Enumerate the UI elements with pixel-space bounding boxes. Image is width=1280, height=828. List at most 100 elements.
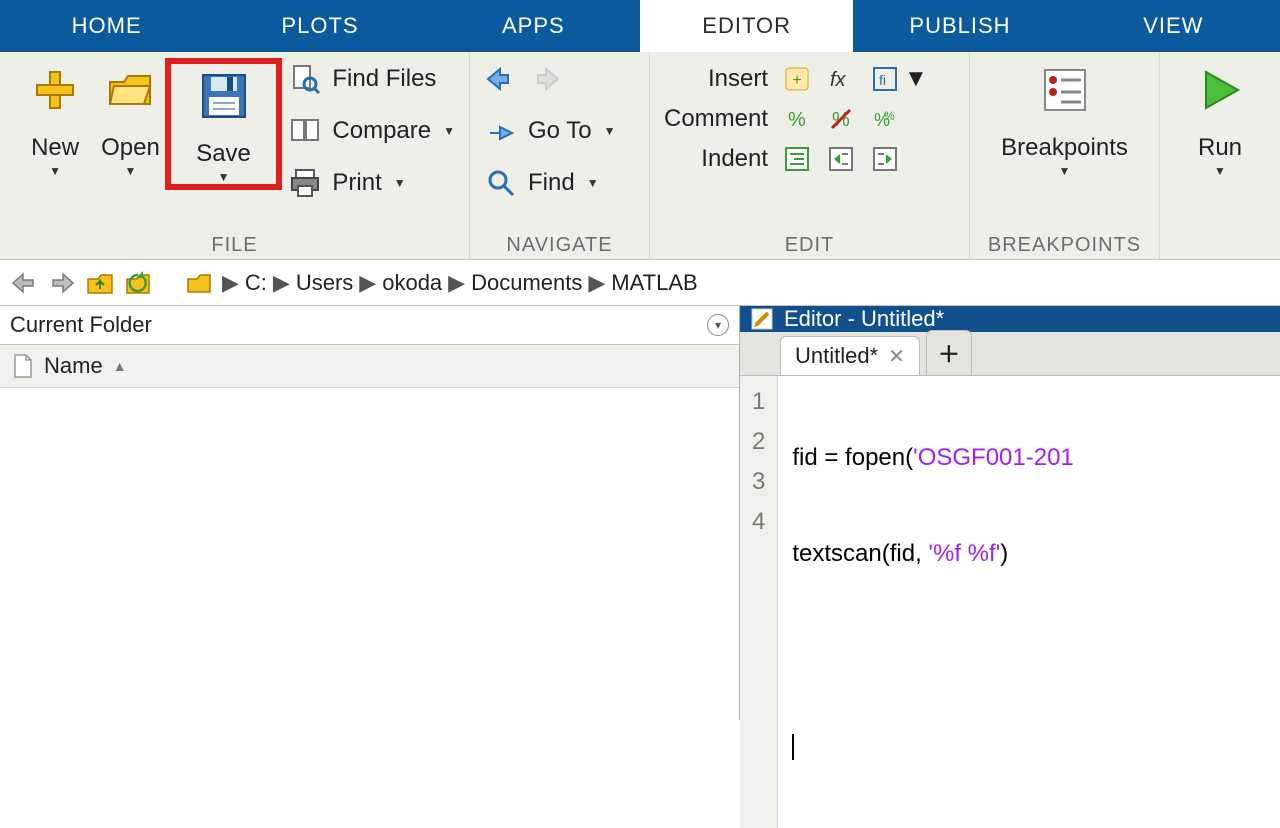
run-button[interactable]: Run ▼: [1178, 58, 1262, 178]
play-icon: [1192, 62, 1248, 118]
document-tab-untitled[interactable]: Untitled* ✕: [780, 336, 920, 375]
crumb-user[interactable]: okoda: [382, 270, 442, 296]
ribbon: New ▼ Open ▼ Save ▼: [0, 52, 1280, 260]
open-button[interactable]: Open ▼: [96, 58, 165, 178]
compare-button[interactable]: Compare ▼: [288, 114, 455, 148]
find-label: Find: [528, 169, 575, 197]
print-label: Print: [332, 169, 381, 197]
comment-add-icon[interactable]: %: [782, 104, 812, 134]
tab-home[interactable]: HOME: [0, 0, 213, 52]
goto-button[interactable]: Go To ▼: [484, 114, 616, 148]
code-editor[interactable]: 1 2 3 4 fid = fopen('OSGF001-201 textsca…: [740, 376, 1280, 828]
magnifier-icon: [484, 166, 518, 200]
insert-section-icon[interactable]: +: [782, 64, 812, 94]
up-folder-icon[interactable]: [86, 269, 114, 297]
crumb-c[interactable]: C:: [245, 270, 267, 296]
code-text[interactable]: fid = fopen('OSGF001-201 textscan(fid, '…: [778, 376, 1087, 828]
breakpoints-label: Breakpoints: [1001, 134, 1128, 162]
chevron-right-icon: ▶: [588, 270, 605, 296]
nav-back-forward[interactable]: [484, 62, 616, 96]
find-files-button[interactable]: Find Files: [288, 62, 455, 96]
chevron-down-icon: ▼: [904, 65, 928, 93]
goto-label: Go To: [528, 117, 592, 145]
file-icon: [12, 353, 34, 379]
arrow-left-icon: [484, 62, 518, 96]
save-label: Save: [196, 140, 251, 168]
crumb-documents[interactable]: Documents: [471, 270, 582, 296]
address-bar: ▶ C: ▶ Users ▶ okoda ▶ Documents ▶ MATLA…: [0, 260, 1280, 306]
current-folder-panel: Current Folder ▾ Name ▲: [0, 306, 740, 720]
chevron-down-icon: ▼: [1059, 164, 1071, 178]
new-label: New: [31, 134, 79, 162]
find-files-label: Find Files: [332, 65, 436, 93]
breakpoints-icon: [1037, 62, 1093, 118]
comment-remove-icon[interactable]: %: [826, 104, 856, 134]
indent-increase-icon[interactable]: [826, 144, 856, 174]
breadcrumb[interactable]: ▶ C: ▶ Users ▶ okoda ▶ Documents ▶ MATLA…: [222, 270, 698, 296]
new-button[interactable]: New ▼: [14, 58, 96, 178]
find-button[interactable]: Find ▼: [484, 166, 616, 200]
chevron-down-icon: ▼: [443, 124, 455, 138]
sort-asc-icon: ▲: [113, 358, 127, 374]
folder-icon: [186, 272, 212, 294]
insert-label: Insert: [664, 65, 768, 93]
tab-publish[interactable]: PUBLISH: [853, 0, 1066, 52]
insert-fx-icon[interactable]: fx: [826, 64, 856, 94]
tab-plots[interactable]: PLOTS: [213, 0, 426, 52]
column-header-name[interactable]: Name ▲: [0, 345, 739, 388]
chevron-down-icon: ▼: [125, 164, 137, 178]
svg-text:+: +: [792, 72, 801, 89]
plus-icon: [27, 62, 83, 118]
chevron-right-icon: ▶: [273, 270, 290, 296]
toolstrip-tabs: HOME PLOTS APPS EDITOR PUBLISH VIEW: [0, 0, 1280, 52]
nav-forward-icon[interactable]: [48, 269, 76, 297]
chevron-down-icon: ▼: [1214, 164, 1226, 178]
comment-label: Comment: [664, 105, 768, 133]
editor-icon: [750, 307, 774, 331]
arrow-right-icon: [528, 62, 562, 96]
save-button[interactable]: Save ▼: [165, 58, 283, 190]
svg-text:%: %: [788, 109, 806, 131]
indent-decrease-icon[interactable]: [870, 144, 900, 174]
folder-open-icon: [102, 62, 158, 118]
crumb-matlab[interactable]: MATLAB: [611, 270, 697, 296]
tab-view[interactable]: VIEW: [1067, 0, 1280, 52]
column-name-label: Name: [44, 353, 103, 379]
open-label: Open: [101, 134, 160, 162]
group-caption-run: [1174, 253, 1266, 257]
nav-back-icon[interactable]: [10, 269, 38, 297]
tab-editor[interactable]: EDITOR: [640, 0, 853, 52]
add-document-tab[interactable]: ＋: [926, 330, 972, 375]
file-list-empty: [0, 388, 739, 720]
line-gutter: 1 2 3 4: [740, 376, 778, 828]
indent-auto-icon[interactable]: [782, 144, 812, 174]
chevron-down-icon: ▼: [49, 164, 61, 178]
group-caption-breakpoints: BREAKPOINTS: [984, 230, 1145, 257]
close-tab-icon[interactable]: ✕: [888, 344, 905, 369]
printer-icon: [288, 166, 322, 200]
run-label: Run: [1198, 134, 1242, 162]
compare-label: Compare: [332, 117, 431, 145]
chevron-down-icon: ▼: [218, 170, 230, 184]
print-button[interactable]: Print ▼: [288, 166, 455, 200]
breakpoints-button[interactable]: Breakpoints ▼: [990, 58, 1140, 178]
panel-menu-icon[interactable]: ▾: [707, 314, 729, 336]
indent-label: Indent: [664, 145, 768, 173]
svg-text:fx: fx: [830, 69, 847, 91]
chevron-down-icon: ▼: [394, 176, 406, 190]
svg-text:fi: fi: [879, 72, 886, 88]
group-caption-edit: EDIT: [664, 230, 955, 257]
insert-variable-icon[interactable]: fi: [870, 64, 900, 94]
comment-wrap-icon[interactable]: %%: [870, 104, 900, 134]
tab-apps[interactable]: APPS: [427, 0, 640, 52]
compare-icon: [288, 114, 322, 148]
chevron-right-icon: ▶: [359, 270, 376, 296]
editor-panel: Editor - Untitled* Untitled* ✕ ＋ 1 2 3 4…: [740, 306, 1280, 720]
find-files-icon: [288, 62, 322, 96]
current-folder-title: Current Folder: [10, 312, 152, 338]
crumb-users[interactable]: Users: [296, 270, 353, 296]
document-tabs: Untitled* ✕ ＋: [740, 332, 1280, 376]
chevron-down-icon: ▼: [587, 176, 599, 190]
refresh-icon[interactable]: [124, 269, 152, 297]
svg-text:%: %: [884, 109, 895, 123]
